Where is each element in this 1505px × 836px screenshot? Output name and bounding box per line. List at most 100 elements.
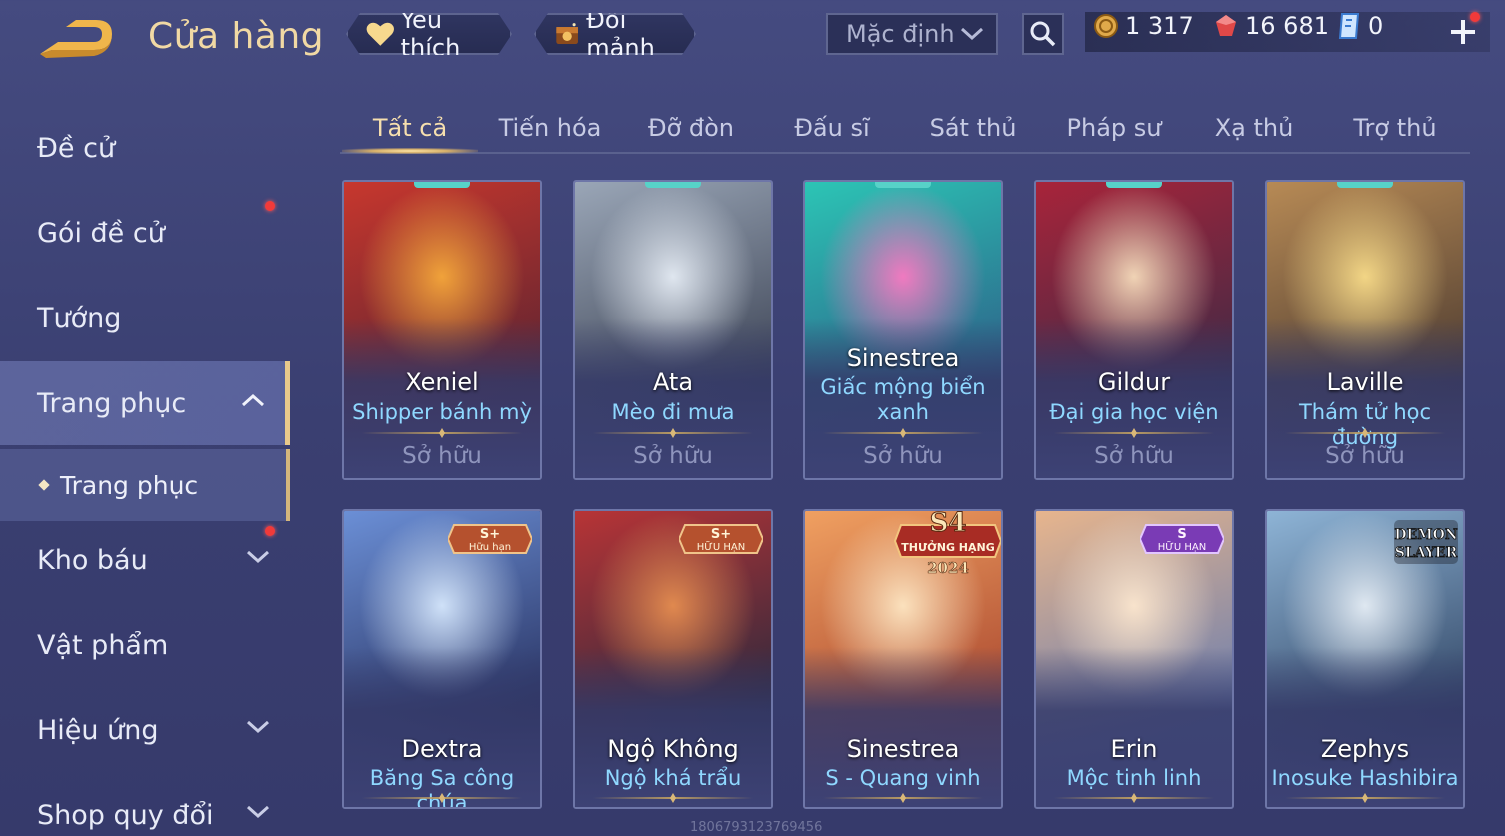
skin-name: Ngộ khá trẩu bbox=[604, 766, 742, 790]
card-divider bbox=[823, 432, 983, 434]
card-divider bbox=[593, 432, 753, 434]
shard-exchange-button[interactable]: Đổi mảnh bbox=[534, 13, 696, 55]
collab-logo-bottom: SLAYER bbox=[1395, 545, 1458, 561]
skin-card[interactable]: Laville Thám tử học đường Sở hữu bbox=[1265, 180, 1465, 480]
skin-card[interactable]: Gildur Đại gia học viện Sở hữu bbox=[1034, 180, 1234, 480]
voucher-icon bbox=[1338, 13, 1360, 39]
sort-value: Mặc định bbox=[846, 20, 955, 48]
ruby-icon bbox=[1216, 15, 1236, 36]
hero-name: Laville bbox=[1326, 368, 1404, 396]
voucher-amount: 0 bbox=[1368, 12, 1384, 40]
search-icon bbox=[1030, 21, 1056, 47]
sidebar-item-label: Shop quy đổi bbox=[37, 799, 214, 831]
badge-year: 2024 bbox=[927, 559, 969, 577]
sidebar-item-exchange-shop[interactable]: Shop quy đổi bbox=[0, 773, 290, 836]
sidebar-item-skins[interactable]: Trang phục bbox=[0, 361, 290, 445]
rank-badge: S+ Hữu hạn bbox=[446, 519, 534, 563]
card-top-tag bbox=[875, 182, 931, 188]
rank-badge: S HỮU HẠN bbox=[1138, 519, 1226, 563]
sidebar-item-featured[interactable]: Đề cử bbox=[0, 106, 290, 190]
card-divider bbox=[823, 797, 983, 799]
favorite-button[interactable]: Yêu thích bbox=[346, 13, 512, 55]
sidebar-subitem-skins[interactable]: Trang phục bbox=[0, 449, 290, 521]
chevron-down-icon bbox=[246, 720, 270, 734]
tab-evolution[interactable]: Tiến hóa bbox=[482, 106, 618, 150]
skin-name: S - Quang vinh bbox=[825, 766, 981, 790]
gold-coin-icon bbox=[1094, 14, 1118, 38]
badge-label: THƯỞNG HẠNG bbox=[901, 540, 995, 554]
card-top-tag bbox=[1337, 182, 1393, 188]
skin-card[interactable]: Xeniel Shipper bánh mỳ Sở hữu bbox=[342, 180, 542, 480]
owned-status: Sở hữu bbox=[402, 443, 482, 469]
season-badge: S4 THƯỞNG HẠNG 2024 bbox=[893, 511, 1001, 583]
heart-icon bbox=[366, 19, 395, 49]
skin-card[interactable]: S HỮU HẠN Erin Mộc tinh linh bbox=[1034, 509, 1234, 809]
hero-name: Dextra bbox=[401, 735, 483, 763]
card-divider bbox=[1054, 432, 1214, 434]
active-tab-indicator bbox=[342, 148, 478, 154]
owned-status: Sở hữu bbox=[863, 443, 943, 469]
hero-name: Zephys bbox=[1320, 735, 1410, 763]
sidebar-item-bundles[interactable]: Gói đề cử bbox=[0, 191, 290, 275]
collab-logo-top: DEMON bbox=[1394, 527, 1458, 543]
card-divider bbox=[362, 797, 522, 799]
skin-card[interactable]: Sinestrea Giấc mộng biển xanh Sở hữu bbox=[803, 180, 1003, 480]
skin-card[interactable]: S+ Hữu hạn Dextra Băng Sa công chúa bbox=[342, 509, 542, 809]
skin-card[interactable]: DEMON SLAYER Zephys Inosuke Hashibira bbox=[1265, 509, 1465, 809]
chevron-down-icon bbox=[246, 805, 270, 819]
voucher-currency: 0 bbox=[1336, 12, 1383, 40]
watermark-text: 1806793123769456 bbox=[690, 820, 823, 835]
skin-name: Mộc tinh linh bbox=[1066, 766, 1202, 790]
favorite-label: Yêu thích bbox=[400, 6, 461, 62]
skin-name: Giấc mộng biển xanh bbox=[820, 375, 986, 424]
owned-status: Sở hữu bbox=[633, 443, 713, 469]
sidebar-item-items[interactable]: Vật phẩm bbox=[0, 603, 290, 687]
sidebar-item-heroes[interactable]: Tướng bbox=[0, 276, 290, 360]
notification-dot bbox=[265, 526, 275, 536]
hero-name: Gildur bbox=[1097, 368, 1171, 396]
skin-name: Shipper bánh mỳ bbox=[352, 400, 532, 424]
tab-assassin[interactable]: Sát thủ bbox=[905, 106, 1041, 150]
shard-chest-icon bbox=[554, 17, 580, 51]
sidebar-item-effects[interactable]: Hiệu ứng bbox=[0, 688, 290, 772]
tab-support[interactable]: Trợ thủ bbox=[1327, 106, 1463, 150]
shard-label: Đổi mảnh bbox=[586, 6, 655, 62]
sidebar-item-label: Đề cử bbox=[37, 132, 116, 164]
ruby-amount: 16 681 bbox=[1245, 12, 1329, 40]
hero-name: Ata bbox=[652, 368, 694, 396]
search-button[interactable] bbox=[1022, 13, 1064, 55]
notification-dot bbox=[265, 201, 275, 211]
card-top-tag bbox=[1106, 182, 1162, 188]
skin-card[interactable]: Ata Mèo đi mưa Sở hữu bbox=[573, 180, 773, 480]
tab-mage[interactable]: Pháp sư bbox=[1046, 106, 1182, 150]
gold-currency: 1 317 bbox=[1093, 12, 1194, 40]
diamond-bullet-icon bbox=[38, 479, 50, 491]
hero-name: Xeniel bbox=[405, 368, 479, 396]
owned-status: Sở hữu bbox=[1325, 443, 1405, 469]
back-button[interactable] bbox=[36, 18, 118, 62]
skin-name: Đại gia học viện bbox=[1049, 400, 1219, 424]
card-divider bbox=[1285, 797, 1445, 799]
tab-all[interactable]: Tất cả bbox=[342, 106, 478, 150]
badge-tier: S bbox=[1177, 527, 1186, 542]
tab-marksman[interactable]: Xạ thủ bbox=[1186, 106, 1322, 150]
badge-label: HỮU HẠN bbox=[697, 540, 745, 553]
skin-card[interactable]: S4 THƯỞNG HẠNG 2024 Sinestrea S - Quang … bbox=[803, 509, 1003, 809]
badge-label: Hữu hạn bbox=[469, 542, 511, 553]
hero-name: Ngộ Không bbox=[607, 735, 739, 763]
badge-tier: S+ bbox=[480, 527, 500, 542]
card-top-tag bbox=[414, 182, 470, 188]
sidebar: Đề cử Gói đề cử Tướng Trang phục Trang p… bbox=[0, 90, 290, 836]
skin-card[interactable]: S+ HỮU HẠN Ngộ Không Ngộ khá trẩu bbox=[573, 509, 773, 809]
sidebar-item-treasure[interactable]: Kho báu bbox=[0, 518, 290, 602]
skin-name: Inosuke Hashibira bbox=[1271, 766, 1459, 790]
tab-fighter[interactable]: Đấu sĩ bbox=[764, 106, 900, 150]
tab-tank[interactable]: Đỡ đòn bbox=[623, 106, 759, 150]
badge-season: S4 bbox=[930, 511, 967, 538]
sort-dropdown[interactable]: Mặc định bbox=[826, 13, 998, 55]
badge-tier: S+ bbox=[711, 527, 731, 542]
chevron-down-icon bbox=[246, 550, 270, 564]
sidebar-item-label: Tướng bbox=[37, 302, 122, 334]
rank-badge: S+ HỮU HẠN bbox=[677, 519, 765, 563]
page-title: Cửa hàng bbox=[148, 16, 325, 57]
